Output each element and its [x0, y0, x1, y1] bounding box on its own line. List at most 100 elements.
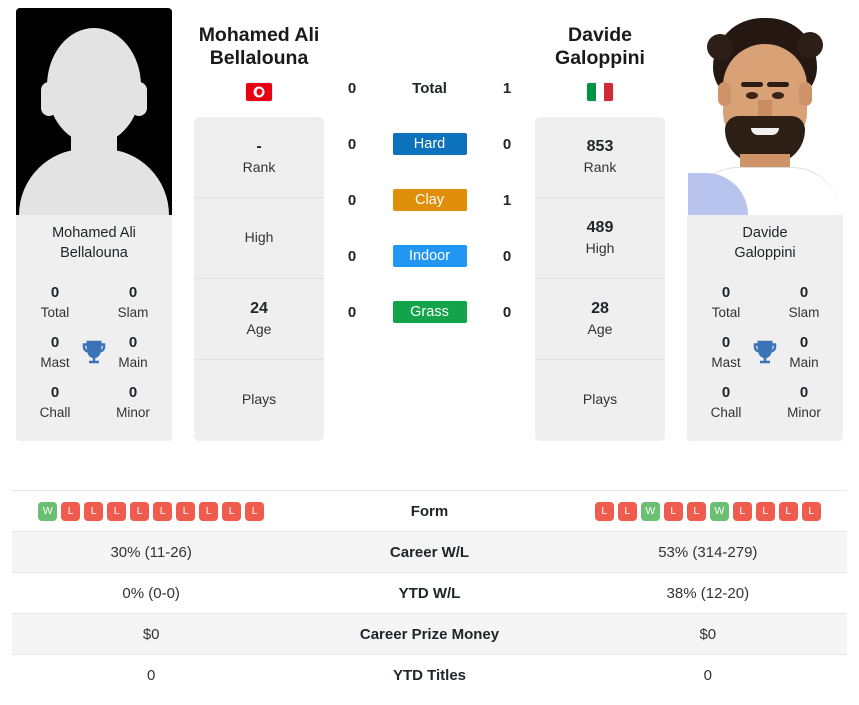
comparison-stats-table: W L L L L L L L L L Form L L W L L W L L L L 30% (11-26) Caree… [0, 490, 859, 695]
form-badge-loss[interactable]: L [176, 501, 196, 521]
h2h-label-wrap: Indoor [380, 245, 479, 267]
form-badge-loss[interactable]: L [778, 501, 798, 521]
left-player-name[interactable]: Mohamed Ali Bellalouna [194, 24, 324, 71]
form-badge-loss[interactable]: L [801, 501, 821, 521]
trophy-icon [82, 340, 106, 364]
right-flag-wrap [535, 82, 665, 101]
right-player-card: Davide Galoppini 0 Total 0 Slam 0 Mast 0… [687, 8, 843, 442]
left-total-titles: 0 Total [16, 282, 94, 322]
right-rank-label: Rank [583, 159, 617, 176]
form-badge-loss[interactable]: L [84, 501, 104, 521]
h2h-right-count-total: 1 [502, 79, 512, 97]
left-player-panel: Mohamed Ali Bellalouna 0 Total 0 Slam 0 … [8, 8, 180, 442]
h2h-label-wrap: Hard [380, 133, 479, 155]
left-slam-titles-value: 0 [128, 284, 138, 302]
h2h-left-count-indoor: 0 [347, 247, 357, 265]
h2h-left-count-total: 0 [347, 79, 357, 97]
stats-row: 30% (11-26) Career W/L 53% (314-279) [12, 531, 847, 572]
left-slam-titles-label: Slam [117, 304, 149, 320]
form-badge-loss[interactable]: L [663, 501, 683, 521]
right-chall-titles: 0 Chall [687, 382, 765, 422]
left-rank-label: Rank [242, 159, 276, 176]
right-chall-titles-label: Chall [710, 404, 742, 420]
form-badge-loss[interactable]: L [732, 501, 752, 521]
right-high-item: 489 High [535, 198, 665, 279]
left-titles-row-3: 0 Chall 0 Minor [16, 377, 172, 427]
surface-badge-indoor[interactable]: Indoor [392, 245, 467, 267]
h2h-row-clay: 0 Clay 1 [324, 172, 535, 228]
flag-tunisia-icon: ★ [246, 82, 272, 101]
stats-row-label: YTD Titles [392, 666, 467, 684]
right-form-value: LLWLLWLLLL [569, 501, 847, 521]
right-minor-titles-label: Minor [787, 404, 821, 420]
form-badge-loss[interactable]: L [617, 501, 637, 521]
right-caption-line1: Davide [742, 225, 788, 241]
right-slam-titles-label: Slam [788, 304, 820, 320]
left-age-label: Age [246, 321, 272, 338]
right-chall-titles-value: 0 [721, 384, 731, 402]
h2h-total-label: Total [412, 79, 447, 97]
form-badge-loss[interactable]: L [107, 501, 127, 521]
surface-badge-hard[interactable]: Hard [392, 133, 467, 155]
stats-row-label: Career Prize Money [359, 625, 500, 643]
right-player-photo [687, 8, 843, 215]
right-titles-row-2: 0 Mast 0 Main [687, 327, 843, 377]
left-chall-titles-label: Chall [39, 404, 71, 420]
left-career-w-l-value: 30% (11-26) [110, 543, 192, 561]
left-plays-item: Plays [194, 360, 324, 441]
form-badge-loss[interactable]: L [245, 501, 265, 521]
right-total-titles: 0 Total [687, 282, 765, 322]
left-player-card: Mohamed Ali Bellalouna 0 Total 0 Slam 0 … [16, 8, 172, 442]
right-player-name-line1: Davide [568, 24, 632, 46]
form-badge-loss[interactable]: L [61, 501, 81, 521]
h2h-label-wrap: Clay [380, 189, 479, 211]
stats-row: $0 Career Prize Money $0 [12, 613, 847, 654]
form-badge-win[interactable]: W [709, 501, 729, 521]
left-chall-titles-value: 0 [50, 384, 60, 402]
head-to-head-column: 0 Total 1 0 Hard 0 0 Clay 1 0 Indoor 0 0 Grass 0 [324, 8, 535, 340]
right-slam-titles: 0 Slam [765, 282, 843, 322]
form-badge-loss[interactable]: L [686, 501, 706, 521]
left-caption-line2: Bellalouna [60, 244, 128, 261]
h2h-row-hard: 0 Hard 0 [324, 116, 535, 172]
form-badge-win[interactable]: W [38, 501, 58, 521]
form-badge-win[interactable]: W [640, 501, 660, 521]
right-player-name[interactable]: Davide Galoppini [535, 24, 665, 71]
form-badge-loss[interactable]: L [199, 501, 219, 521]
h2h-left-count-hard: 0 [347, 135, 357, 153]
left-slam-titles: 0 Slam [94, 282, 172, 322]
surface-badge-clay[interactable]: Clay [392, 189, 467, 211]
h2h-row-total: 0 Total 1 [324, 60, 535, 116]
right-plays-label: Plays [582, 391, 618, 408]
left-career-prize-money-value: $0 [142, 625, 160, 643]
right-player-panel: Davide Galoppini 0 Total 0 Slam 0 Mast 0… [679, 8, 851, 442]
left-titles-row-1: 0 Total 0 Slam [16, 277, 172, 327]
h2h-row-indoor: 0 Indoor 0 [324, 228, 535, 284]
form-badge-loss[interactable]: L [755, 501, 775, 521]
left-minor-titles: 0 Minor [94, 382, 172, 422]
stats-row: 0 YTD Titles 0 [12, 654, 847, 695]
left-chall-titles: 0 Chall [16, 382, 94, 422]
form-badge-loss[interactable]: L [594, 501, 614, 521]
left-ytd-titles-value: 0 [146, 666, 156, 684]
form-badge-loss[interactable]: L [153, 501, 173, 521]
left-player-info: Mohamed Ali Bellalouna ★ - Rank High 24 … [194, 8, 324, 441]
h2h-right-count-indoor: 0 [502, 247, 512, 265]
left-rank-value: - [256, 137, 262, 155]
h2h-right-count-clay: 1 [502, 191, 512, 209]
h2h-label-wrap: Total [380, 80, 479, 97]
left-player-name-line2: Bellalouna [209, 47, 309, 70]
right-ytd-titles-value: 0 [703, 666, 712, 684]
stats-row-label: Career W/L [389, 543, 470, 561]
form-badge-loss[interactable]: L [130, 501, 150, 521]
left-plays-label: Plays [241, 391, 277, 408]
h2h-row-grass: 0 Grass 0 [324, 284, 535, 340]
left-rank-item: - Rank [194, 117, 324, 198]
form-badge-loss[interactable]: L [222, 501, 242, 521]
left-age-item: 24 Age [194, 279, 324, 360]
left-info-card: - Rank High 24 Age Plays [194, 116, 324, 441]
right-career-prize-money-value: $0 [699, 625, 717, 643]
surface-badge-grass[interactable]: Grass [392, 301, 467, 323]
right-slam-titles-value: 0 [799, 284, 809, 302]
left-high-item: High [194, 198, 324, 279]
